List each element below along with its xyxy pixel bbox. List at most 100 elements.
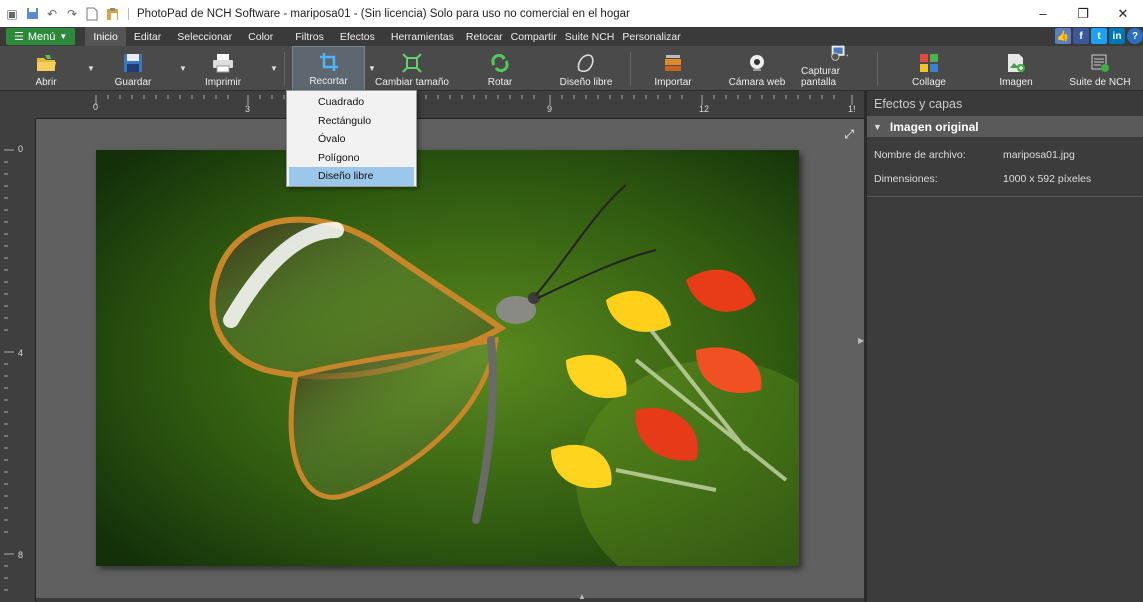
crop-label: Recortar — [309, 76, 348, 87]
collage-button[interactable]: Collage — [907, 46, 951, 91]
crop-dropdown-menu: Cuadrado Rectángulo Óvalo Polígono Diseñ… — [286, 90, 417, 187]
menu-item-cuadrado[interactable]: Cuadrado — [287, 93, 416, 112]
file-name-label: Nombre de archivo: — [874, 149, 966, 161]
new-icon[interactable] — [84, 6, 100, 22]
webcam-button[interactable]: Cámara web — [727, 46, 787, 91]
freeform-button[interactable]: Diseño libre — [555, 46, 617, 91]
title-bar: ▣ ↶ ↷ PhotoPad de NCH Software - maripos… — [0, 0, 1143, 27]
menu-label: Menú — [27, 30, 56, 43]
freeform-label: Diseño libre — [559, 77, 613, 88]
linkedin-icon[interactable]: in — [1109, 28, 1125, 44]
chevron-down-icon: ▼ — [59, 32, 68, 41]
ruler-label: 8 — [18, 550, 24, 560]
ruler-label: 3 — [245, 104, 251, 114]
ribbon-tabs: ☰ Menú ▼ Inicio Editar Seleccionar Color… — [0, 27, 1143, 46]
twitter-icon[interactable]: t — [1091, 28, 1107, 44]
import-button[interactable]: Importar — [648, 46, 698, 91]
ruler-label: 0 — [93, 102, 99, 112]
panel-divider — [867, 196, 1143, 197]
panel-title: Efectos y capas — [867, 91, 1143, 116]
tab-compartir[interactable]: Compartir — [507, 27, 561, 46]
tab-color[interactable]: Color — [240, 27, 281, 46]
collapse-icon[interactable]: ▼ — [873, 122, 882, 132]
tab-editar[interactable]: Editar — [126, 27, 169, 46]
save-dropdown-icon[interactable]: ▼ — [179, 64, 187, 73]
image-button[interactable]: Imagen — [994, 46, 1038, 91]
file-name-value: mariposa01.jpg — [1003, 149, 1075, 161]
undo-icon[interactable]: ↶ — [44, 6, 60, 22]
expand-icon[interactable]: ⤢ — [844, 127, 854, 142]
panel-toggle-icon[interactable]: ▶ — [858, 336, 864, 345]
rotate-icon — [489, 52, 511, 74]
crop-button[interactable]: Recortar — [292, 46, 365, 91]
paste-icon[interactable] — [104, 6, 120, 22]
image-canvas[interactable]: ⤢ — [36, 119, 864, 598]
nch-suite-button[interactable]: Suite de NCH — [1066, 46, 1134, 91]
dimensions-label: Dimensiones: — [874, 173, 938, 185]
ruler-ticks — [95, 95, 853, 105]
butterfly-photo[interactable] — [96, 150, 799, 566]
tab-filtros[interactable]: Filtros — [287, 27, 332, 46]
resize-icon — [401, 52, 423, 74]
open-button[interactable]: Abrir — [26, 46, 66, 91]
ruler-label: 4 — [18, 348, 24, 358]
resize-button[interactable]: Cambiar tamaño — [370, 46, 454, 91]
tab-suite-nch[interactable]: Suite NCH — [561, 27, 619, 46]
redo-icon[interactable]: ↷ — [64, 6, 80, 22]
print-button[interactable]: Imprimir — [198, 46, 248, 91]
ruler-label: 1! — [848, 104, 856, 114]
ruler-label: 0 — [18, 144, 24, 154]
collapse-up-icon[interactable]: ▲ — [578, 592, 586, 601]
menu-item-diseno-libre[interactable]: Diseño libre — [289, 167, 414, 186]
import-icon — [662, 52, 684, 74]
photo-image — [96, 150, 799, 566]
import-label: Importar — [654, 77, 692, 88]
layer-header[interactable]: ▼ Imagen original — [867, 116, 1143, 137]
tab-retocar[interactable]: Retocar — [462, 27, 507, 46]
tab-efectos[interactable]: Efectos — [332, 27, 383, 46]
canvas-bottom-bar — [36, 598, 864, 602]
tab-seleccionar[interactable]: Seleccionar — [169, 27, 240, 46]
ribbon-toolbar: Abrir ▼ Guardar ▼ Imprimir ▼ Recortar ▼ … — [0, 43, 1143, 91]
dimensions-row: Dimensiones: 1000 x 592 píxeles — [867, 167, 1143, 191]
ruler-label: 9 — [547, 104, 553, 114]
crop-icon — [318, 51, 340, 73]
screen-capture-button[interactable]: Capturar pantalla — [801, 43, 877, 91]
menu-item-rectangulo[interactable]: Rectángulo — [287, 112, 416, 131]
webcam-icon — [746, 52, 768, 74]
like-icon[interactable]: 👍 — [1055, 28, 1071, 44]
webcam-label: Cámara web — [728, 77, 786, 88]
rotate-label: Rotar — [487, 77, 513, 88]
main-menu-button[interactable]: ☰ Menú ▼ — [6, 28, 76, 45]
app-icon[interactable]: ▣ — [4, 6, 20, 22]
close-button[interactable]: ✕ — [1103, 0, 1143, 27]
menu-item-poligono[interactable]: Polígono — [287, 149, 416, 168]
social-links: 👍 f t in ? — [1055, 28, 1143, 44]
image-label: Imagen — [999, 77, 1033, 88]
tab-inicio[interactable]: Inicio — [85, 27, 126, 46]
help-icon[interactable]: ? — [1127, 28, 1143, 44]
menu-item-ovalo[interactable]: Óvalo — [287, 130, 416, 149]
tab-personalizar[interactable]: Personalizar — [618, 27, 684, 46]
file-name-row: Nombre de archivo: mariposa01.jpg — [867, 143, 1143, 167]
facebook-icon[interactable]: f — [1073, 28, 1089, 44]
print-dropdown-icon[interactable]: ▼ — [270, 64, 278, 73]
save-button[interactable]: Guardar — [108, 46, 158, 91]
collage-label: Collage — [912, 77, 946, 88]
screen-capture-icon — [828, 43, 850, 63]
save-quick-icon[interactable] — [24, 6, 40, 22]
horizontal-ruler: 0 3 9 12 1! — [36, 91, 864, 119]
toolbar-separator — [630, 52, 631, 86]
collage-icon — [918, 52, 940, 74]
print-label: Imprimir — [204, 77, 242, 88]
rotate-button[interactable]: Rotar — [480, 46, 520, 91]
nch-suite-label: Suite de NCH — [1069, 77, 1131, 88]
tab-herramientas[interactable]: Herramientas — [383, 27, 462, 46]
toolbar-separator — [877, 52, 878, 86]
open-dropdown-icon[interactable]: ▼ — [87, 64, 95, 73]
layer-name: Imagen original — [889, 119, 979, 134]
ruler-corner — [0, 91, 36, 119]
minimize-button[interactable]: – — [1023, 0, 1063, 27]
restore-button[interactable]: ❐ — [1063, 0, 1103, 27]
screen-capture-label: Capturar pantalla — [801, 66, 840, 88]
